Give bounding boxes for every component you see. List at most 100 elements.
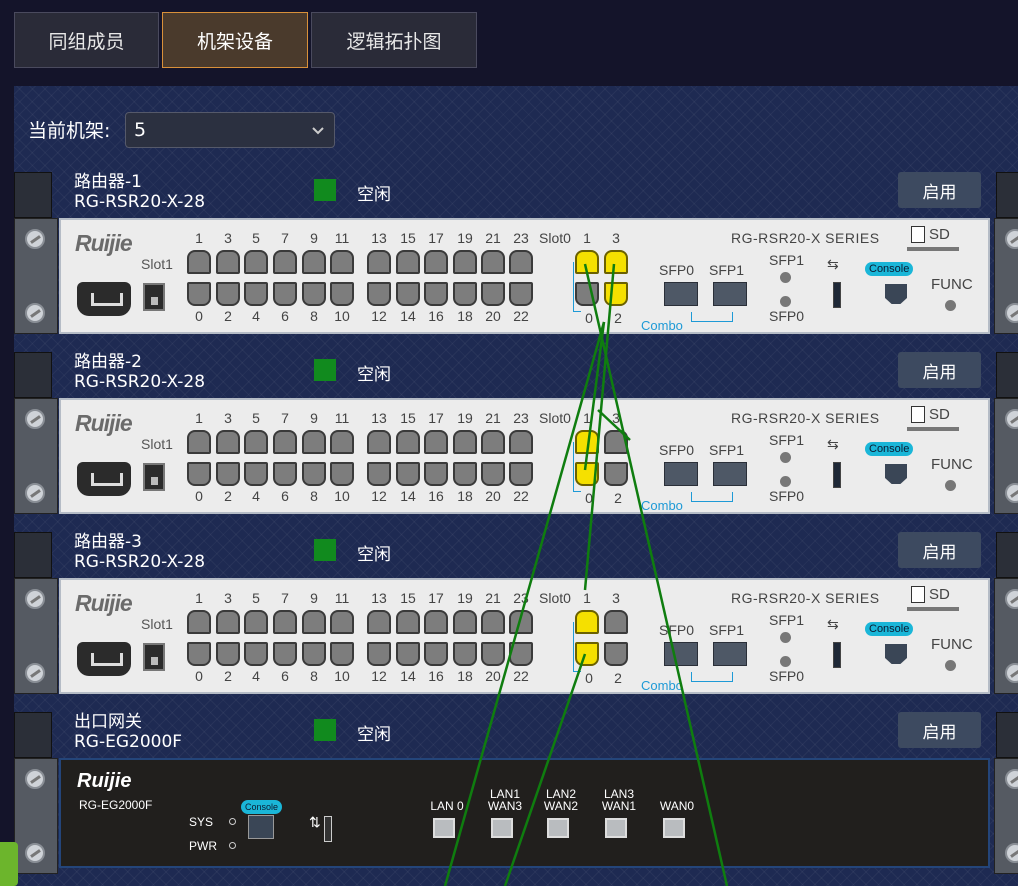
sfp-port[interactable] <box>713 462 747 486</box>
ethernet-port[interactable] <box>453 462 477 486</box>
enable-button[interactable]: 启用 <box>898 532 981 568</box>
ethernet-port[interactable] <box>509 642 533 666</box>
ethernet-port[interactable] <box>424 642 448 666</box>
ethernet-port[interactable] <box>367 250 391 274</box>
tab-logical-topology[interactable]: 逻辑拓扑图 <box>311 12 477 68</box>
ethernet-port[interactable] <box>273 642 297 666</box>
ethernet-port[interactable] <box>481 282 505 306</box>
ethernet-port[interactable] <box>330 462 354 486</box>
console-port[interactable] <box>248 815 274 839</box>
ethernet-port[interactable] <box>509 250 533 274</box>
ethernet-port[interactable] <box>187 462 211 486</box>
ethernet-port[interactable] <box>481 250 505 274</box>
ethernet-port[interactable] <box>216 430 240 454</box>
power-switch-icon[interactable] <box>143 643 165 671</box>
slot0-port-3[interactable] <box>604 250 628 274</box>
slot0-port-3[interactable] <box>604 610 628 634</box>
ethernet-port[interactable] <box>396 462 420 486</box>
enable-button[interactable]: 启用 <box>898 172 981 208</box>
ethernet-port[interactable] <box>302 610 326 634</box>
ethernet-port[interactable] <box>273 610 297 634</box>
ethernet-port[interactable] <box>273 282 297 306</box>
ethernet-port[interactable] <box>396 610 420 634</box>
console-port[interactable] <box>885 464 907 484</box>
ethernet-port[interactable] <box>302 462 326 486</box>
ethernet-port[interactable] <box>424 462 448 486</box>
ethernet-port[interactable] <box>187 610 211 634</box>
ethernet-port[interactable] <box>273 250 297 274</box>
ethernet-port[interactable] <box>187 430 211 454</box>
ethernet-port[interactable] <box>509 462 533 486</box>
ethernet-port[interactable] <box>453 610 477 634</box>
ethernet-port[interactable] <box>330 430 354 454</box>
ethernet-port[interactable] <box>367 282 391 306</box>
usb-port[interactable] <box>833 282 841 308</box>
ethernet-port[interactable] <box>273 430 297 454</box>
ethernet-port[interactable] <box>491 818 513 838</box>
ethernet-port[interactable] <box>424 610 448 634</box>
enable-button[interactable]: 启用 <box>898 712 981 748</box>
ethernet-port[interactable] <box>216 250 240 274</box>
ethernet-port[interactable] <box>187 282 211 306</box>
tab-rack-devices[interactable]: 机架设备 <box>162 12 308 68</box>
slot0-port-3[interactable] <box>604 430 628 454</box>
ethernet-port[interactable] <box>605 818 627 838</box>
ethernet-port[interactable] <box>481 430 505 454</box>
ethernet-port[interactable] <box>330 610 354 634</box>
ethernet-port[interactable] <box>216 642 240 666</box>
power-switch-icon[interactable] <box>143 463 165 491</box>
ethernet-port[interactable] <box>216 282 240 306</box>
ethernet-port[interactable] <box>396 250 420 274</box>
ethernet-port[interactable] <box>216 610 240 634</box>
ethernet-port[interactable] <box>244 282 268 306</box>
ethernet-port[interactable] <box>302 430 326 454</box>
ethernet-port[interactable] <box>481 610 505 634</box>
ethernet-port[interactable] <box>453 282 477 306</box>
ethernet-port[interactable] <box>367 642 391 666</box>
ethernet-port[interactable] <box>547 818 569 838</box>
ethernet-port[interactable] <box>216 462 240 486</box>
sfp-port[interactable] <box>664 282 698 306</box>
ethernet-port[interactable] <box>396 430 420 454</box>
slot0-port-2[interactable] <box>604 462 628 486</box>
ethernet-port[interactable] <box>244 430 268 454</box>
usb-port[interactable] <box>833 462 841 488</box>
slot0-port-2[interactable] <box>604 642 628 666</box>
ethernet-port[interactable] <box>244 250 268 274</box>
ethernet-port[interactable] <box>424 282 448 306</box>
ethernet-port[interactable] <box>302 250 326 274</box>
usb-port[interactable] <box>324 816 332 842</box>
ethernet-port[interactable] <box>187 642 211 666</box>
ethernet-port[interactable] <box>367 430 391 454</box>
ethernet-port[interactable] <box>481 642 505 666</box>
ethernet-port[interactable] <box>509 430 533 454</box>
enable-button[interactable]: 启用 <box>898 352 981 388</box>
ethernet-port[interactable] <box>330 642 354 666</box>
slot0-port-2[interactable] <box>604 282 628 306</box>
ethernet-port[interactable] <box>302 282 326 306</box>
ethernet-port[interactable] <box>302 642 326 666</box>
ethernet-port[interactable] <box>330 250 354 274</box>
ethernet-port[interactable] <box>509 282 533 306</box>
ethernet-port[interactable] <box>187 250 211 274</box>
ethernet-port[interactable] <box>396 282 420 306</box>
ethernet-port[interactable] <box>330 282 354 306</box>
sfp-port[interactable] <box>713 642 747 666</box>
ethernet-port[interactable] <box>424 250 448 274</box>
ethernet-port[interactable] <box>244 642 268 666</box>
ethernet-port[interactable] <box>424 430 448 454</box>
ethernet-port[interactable] <box>453 430 477 454</box>
ethernet-port[interactable] <box>396 642 420 666</box>
ethernet-port[interactable] <box>273 462 297 486</box>
rack-select[interactable]: 5 <box>125 112 335 148</box>
tab-group-members[interactable]: 同组成员 <box>14 12 159 68</box>
ethernet-port[interactable] <box>453 250 477 274</box>
sfp-port[interactable] <box>713 282 747 306</box>
ethernet-port[interactable] <box>367 462 391 486</box>
ethernet-port[interactable] <box>244 462 268 486</box>
ethernet-port[interactable] <box>453 642 477 666</box>
sfp-port[interactable] <box>664 642 698 666</box>
sfp-port[interactable] <box>664 462 698 486</box>
console-port[interactable] <box>885 644 907 664</box>
ethernet-port[interactable] <box>663 818 685 838</box>
